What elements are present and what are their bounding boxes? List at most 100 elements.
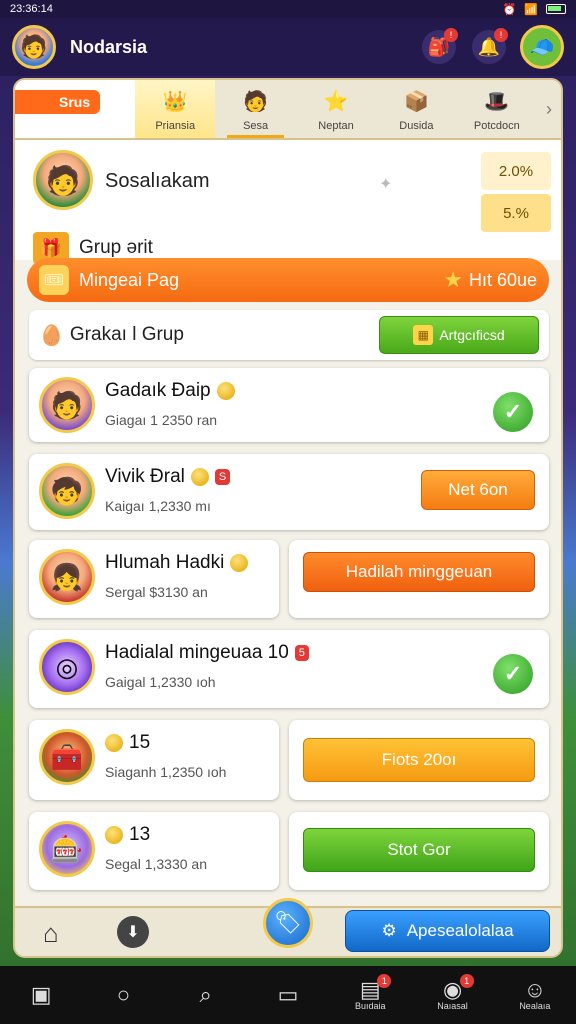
tab-label: Dusida xyxy=(399,120,434,132)
profile-avatar: 🧑 xyxy=(33,150,93,210)
row-title: Hlumah Hadki xyxy=(105,552,249,574)
coupon-icon: ▦ xyxy=(413,325,434,345)
tab-priansia[interactable]: 👑 Priansia xyxy=(135,80,216,138)
group-action-label: Artgcıficsd xyxy=(439,327,505,343)
sparkle-icon: ✦ xyxy=(379,176,393,193)
nav-label: Buıdaia xyxy=(355,1001,386,1011)
tab-label: Potcdocn xyxy=(473,120,520,132)
status-bar: 23:36:14 ⏰ 📶 xyxy=(0,0,576,18)
notification-badge: 1 xyxy=(377,974,392,988)
orange-banner-button[interactable]: 🎟 Mingeai Pag ★ Hıt 60ue xyxy=(27,258,549,302)
coupon-icon: 🎟 xyxy=(39,265,69,295)
nav-item-square[interactable]: ▣ xyxy=(0,966,82,1024)
hat-icon: 🎩 xyxy=(484,91,510,113)
row-subtitle: Giagaı 1 2350 ran xyxy=(105,412,218,428)
row-title-text: 13 xyxy=(129,824,151,845)
chest-notification-button[interactable]: 🎒 ! xyxy=(422,28,458,64)
row-title: 13 xyxy=(105,824,150,846)
notification-badge: ! xyxy=(444,28,458,42)
banner-left-text: Mingeai Pag xyxy=(79,269,180,290)
list-item: 🧰 15 Siaganh 1,2350 ıoh xyxy=(29,720,279,800)
trophy-icon: 🥚 xyxy=(39,324,64,347)
main-panel: Srus 👑 Priansia 🧑 Sesa ⭐ Neptan 📦 Dusida… xyxy=(13,78,563,958)
check-icon[interactable]: ✓ xyxy=(493,392,533,432)
group-label: Grup ərit xyxy=(79,237,153,258)
settings-button[interactable]: ⚙ Apesealolalaa xyxy=(345,910,550,952)
gear-icon: ⚙ xyxy=(381,921,397,940)
nav-item-inbox[interactable]: ▤ Buıdaia 1 xyxy=(329,966,411,1024)
action-card: Hadilah minggeuan xyxy=(289,540,549,618)
tag-icon[interactable]: 🏷 xyxy=(263,898,313,948)
wifi-icon: 📶 xyxy=(524,3,538,16)
row-subtitle: Segal 1,3330 an xyxy=(105,856,207,872)
square-icon: ▣ xyxy=(30,982,52,1007)
row-subtitle: Siaganh 1,2350 ıoh xyxy=(105,764,227,780)
row-title-text: Hadialal mingeuaa 10 xyxy=(105,642,289,663)
list-item[interactable]: ◎ Hadialal mingeuaa 10 5 Gaigal 1,2330 ı… xyxy=(29,630,549,708)
tab-neptan[interactable]: ⭐ Neptan xyxy=(296,80,376,138)
chevron-right-icon[interactable]: › xyxy=(537,80,561,138)
coin-icon xyxy=(230,554,249,572)
nav-item-target[interactable]: ◉ Naıasal 1 xyxy=(411,966,493,1024)
notification-badge: 1 xyxy=(459,974,474,988)
row-subtitle: Kaigaı 1,2330 mı xyxy=(105,498,211,514)
profile-card: 🧑 Sosalıakam ✦ 🎁 Grup ərit 2.0% 5.% xyxy=(15,140,561,264)
nav-item-wallet[interactable]: ▭ xyxy=(247,966,329,1024)
home-icon[interactable]: ⌂ xyxy=(43,918,59,949)
coin-icon xyxy=(216,382,235,400)
tab-label: Sesa xyxy=(243,120,269,132)
row-title-text: Gadaık Ðaip xyxy=(105,380,211,401)
stat-box: 2.0% xyxy=(481,152,551,190)
circle-icon: ○ xyxy=(116,982,131,1007)
list-item[interactable]: 🧑 Gadaık Ðaip Giagaı 1 2350 ran ✓ xyxy=(29,368,549,442)
group-action-button[interactable]: ▦ Artgcıficsd xyxy=(379,316,539,354)
action-card: Fiots 20oı xyxy=(289,720,549,800)
tab-sesa[interactable]: 🧑 Sesa xyxy=(215,80,295,138)
badge: S xyxy=(214,469,231,485)
row-title: Hadialal mingeuaa 10 5 xyxy=(105,642,309,664)
character-icon: 🧑 xyxy=(243,91,269,113)
notification-badge: ! xyxy=(494,28,508,42)
search-icon: ⌕ xyxy=(199,982,212,1007)
bell-notification-button[interactable]: 🔔 ! xyxy=(472,28,508,64)
tab-potcdocn[interactable]: 🎩 Potcdocn xyxy=(457,80,537,138)
list-item: 🧒 Vivik Ðral S Kaigaı 1,2330 mı Net 6on xyxy=(29,454,549,530)
points-button[interactable]: Fiots 20oı xyxy=(303,738,535,782)
nav-item-circle[interactable]: ○ xyxy=(82,966,164,1024)
group-title: Grakaı l Grup xyxy=(69,324,184,345)
profile-avatar-button[interactable]: 🧢 xyxy=(520,25,564,69)
chest-icon: 📦 xyxy=(403,91,429,113)
avatar: 🧒 xyxy=(39,463,95,519)
username: Nodarsia xyxy=(70,36,148,57)
tab-bar: Srus 👑 Priansia 🧑 Sesa ⭐ Neptan 📦 Dusida… xyxy=(15,80,561,140)
coin-icon xyxy=(105,826,123,844)
nav-item-search[interactable]: ⌕ xyxy=(165,966,247,1024)
list-item: 🎰 13 Segal 1,3330 an xyxy=(29,812,279,890)
list-item: 👧 Hlumah Hadki Sergal $3130 an xyxy=(29,540,279,618)
nav-label: Naıasal xyxy=(437,1001,468,1011)
badge: 5 xyxy=(294,645,309,661)
top-bar: 🧑 Nodarsia 🎒 ! 🔔 ! 🧢 xyxy=(0,18,576,76)
tab-dusida[interactable]: 📦 Dusida xyxy=(376,80,456,138)
row-title-text: Hlumah Hadki xyxy=(105,552,225,573)
download-icon[interactable]: ⬇ xyxy=(117,916,149,948)
banner-right-text: Hıt 60ue xyxy=(468,269,537,290)
weekly-reward-button[interactable]: Hadilah minggeuan xyxy=(303,552,535,592)
wallet-icon: ▭ xyxy=(277,982,299,1007)
avatar: ◎ xyxy=(39,639,95,695)
bottom-nav: ▣ ○ ⌕ ▭ ▤ Buıdaia 1 ◉ Naıasal 1 ☺ Nealaı… xyxy=(0,966,576,1024)
nav-item-profile[interactable]: ☺ Nealaıa xyxy=(494,966,576,1024)
check-icon[interactable]: ✓ xyxy=(493,654,533,694)
alarm-icon: ⏰ xyxy=(502,3,517,16)
start-button[interactable]: Stot Gor xyxy=(303,828,535,872)
user-avatar[interactable]: 🧑 xyxy=(12,25,56,69)
action-card: Stot Gor xyxy=(289,812,549,890)
star-icon: ⭐ xyxy=(323,91,349,113)
row-title-text: 15 xyxy=(129,732,151,753)
tab-srus[interactable]: Srus xyxy=(15,80,135,138)
stat-box: 5.% xyxy=(481,194,551,232)
row-title: Vivik Ðral S xyxy=(105,466,231,488)
claim-button[interactable]: Net 6on xyxy=(421,470,535,510)
tab-label: Neptan xyxy=(318,120,354,132)
profile-icon: ☺ xyxy=(523,977,547,1002)
